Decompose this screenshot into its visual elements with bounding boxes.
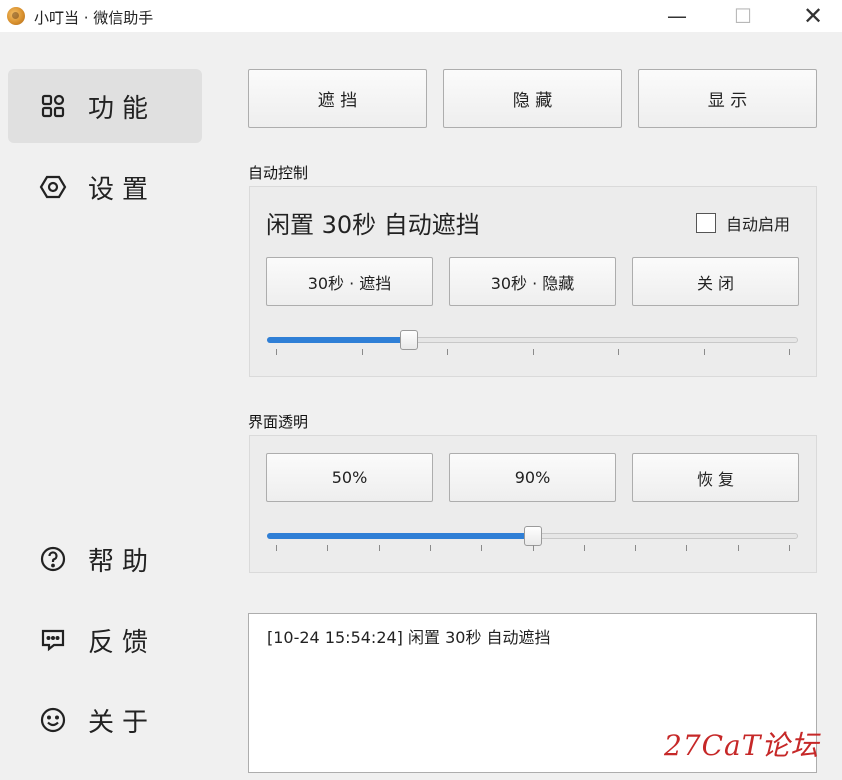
sidebar-item-about[interactable]: 关于 bbox=[8, 683, 202, 757]
title-bar: 小叮当 · 微信助手 — ☐ ✕ bbox=[0, 0, 842, 32]
slider-tick bbox=[481, 545, 483, 551]
slider-tick bbox=[276, 545, 277, 551]
slider-fill bbox=[267, 337, 410, 343]
sidebar-item-label: 设置 bbox=[88, 174, 157, 205]
auto-off-button[interactable]: 关 闭 bbox=[632, 257, 799, 306]
opacity-90-button[interactable]: 90% bbox=[449, 453, 616, 502]
transparency-slider[interactable] bbox=[267, 526, 798, 551]
opacity-50-button[interactable]: 50% bbox=[266, 453, 433, 502]
slider-tick bbox=[789, 545, 790, 551]
slider-tick bbox=[378, 545, 380, 551]
slider-thumb[interactable] bbox=[400, 330, 419, 350]
sidebar-item-help[interactable]: 帮助 bbox=[8, 522, 202, 596]
hide-button[interactable]: 隐 藏 bbox=[443, 69, 622, 128]
slider-tick bbox=[327, 545, 329, 551]
app-logo-icon bbox=[7, 7, 25, 25]
slider-tick bbox=[429, 545, 431, 551]
slider-thumb[interactable] bbox=[523, 526, 542, 546]
auto-status-text: 闲置 30秒 自动遮挡 bbox=[266, 211, 480, 239]
grid-icon bbox=[38, 91, 68, 121]
slider-tick bbox=[276, 349, 277, 355]
slider-fill bbox=[267, 533, 533, 539]
sidebar-item-label: 帮助 bbox=[88, 546, 157, 577]
sidebar-item-settings[interactable]: 设置 bbox=[8, 150, 202, 224]
log-line: [10-24 15:54:24] 闲置 30秒 自动遮挡 bbox=[267, 628, 551, 647]
slider-tick bbox=[703, 349, 705, 355]
watermark-text: 27CaT论坛 bbox=[664, 729, 820, 762]
slider-tick bbox=[532, 349, 534, 355]
sidebar-item-label: 反馈 bbox=[88, 627, 157, 658]
checkbox-box[interactable] bbox=[696, 213, 716, 233]
slider-tick bbox=[737, 545, 739, 551]
help-icon bbox=[38, 544, 68, 574]
sidebar-item-label: 关于 bbox=[88, 707, 157, 738]
window-title: 小叮当 · 微信助手 bbox=[34, 9, 154, 27]
auto-hide-30s-button[interactable]: 30秒 · 隐藏 bbox=[449, 257, 616, 306]
settings-icon bbox=[38, 172, 68, 202]
smiley-icon bbox=[38, 705, 68, 735]
slider-tick bbox=[532, 545, 534, 551]
minimize-button[interactable]: — bbox=[654, 0, 700, 32]
slider-tick bbox=[618, 349, 619, 355]
mask-button[interactable]: 遮 挡 bbox=[248, 69, 427, 128]
sidebar-item-label: 功能 bbox=[88, 93, 157, 124]
auto-control-label: 自动控制 bbox=[248, 164, 309, 182]
sidebar-item-feedback[interactable]: 反馈 bbox=[8, 603, 202, 677]
slider-tick bbox=[361, 349, 363, 355]
idle-time-slider[interactable] bbox=[267, 330, 798, 355]
auto-enable-checkbox[interactable]: 自动启用 bbox=[696, 211, 790, 235]
slider-tick bbox=[447, 349, 448, 355]
feedback-icon bbox=[38, 625, 68, 655]
slider-tick bbox=[789, 349, 790, 355]
slider-tick bbox=[583, 545, 585, 551]
auto-mask-30s-button[interactable]: 30秒 · 遮挡 bbox=[266, 257, 433, 306]
sidebar-item-function[interactable]: 功能 bbox=[8, 69, 202, 143]
slider-tick bbox=[635, 545, 637, 551]
restore-button[interactable]: 恢 复 bbox=[632, 453, 799, 502]
close-button[interactable]: ✕ bbox=[790, 0, 836, 32]
transparency-label: 界面透明 bbox=[248, 413, 309, 431]
show-button[interactable]: 显 示 bbox=[638, 69, 817, 128]
checkbox-label: 自动启用 bbox=[726, 215, 791, 234]
maximize-button[interactable]: ☐ bbox=[720, 0, 766, 32]
sidebar: 功能 设置 帮助 反馈 关于 bbox=[0, 40, 217, 780]
slider-tick bbox=[686, 545, 688, 551]
